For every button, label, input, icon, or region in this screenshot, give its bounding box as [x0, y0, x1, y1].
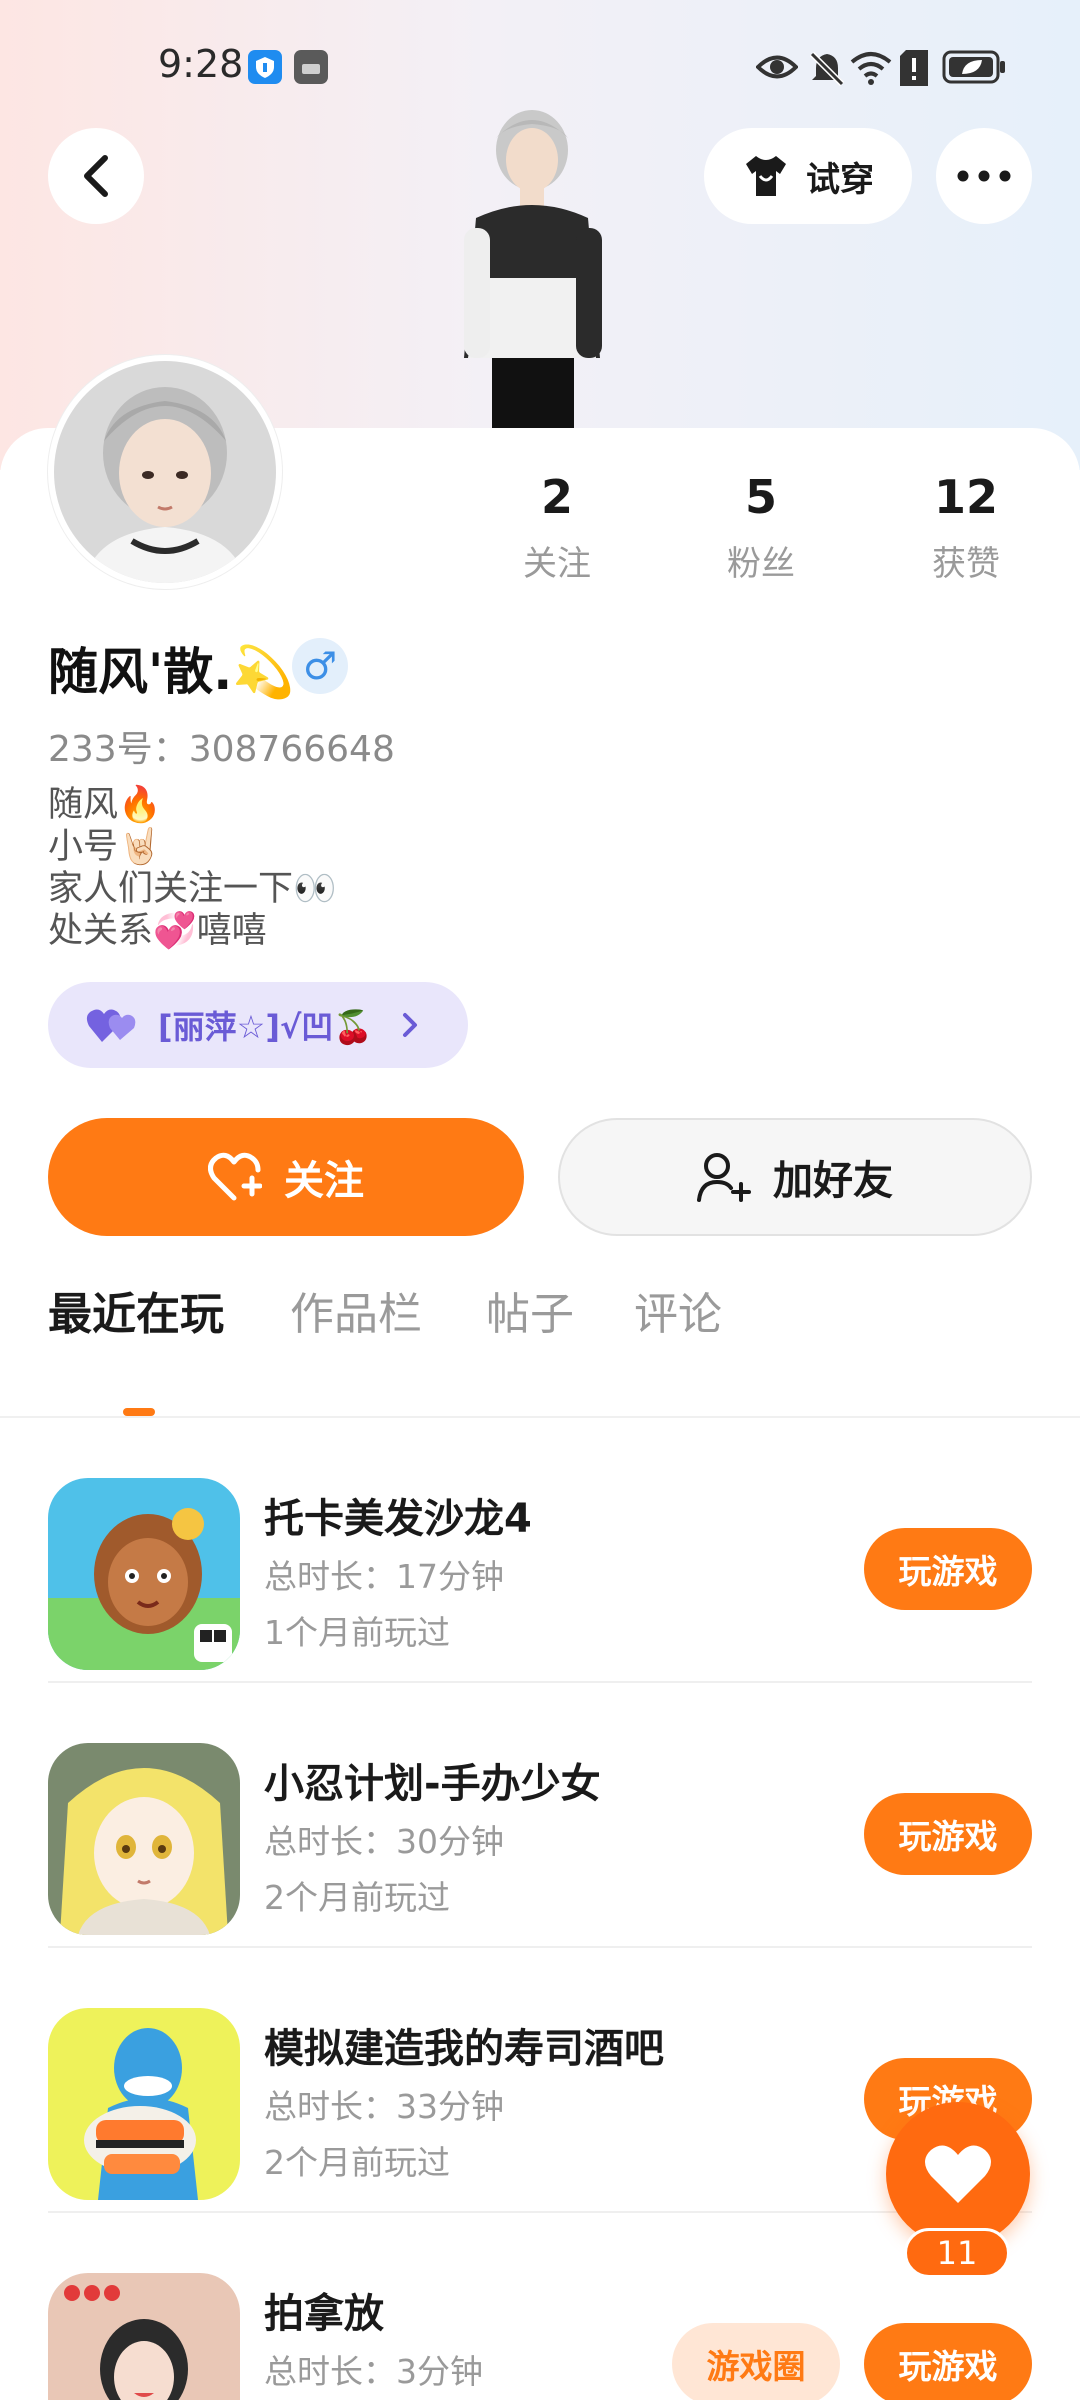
bio-line: 随风🔥 — [48, 785, 162, 825]
bio-line: 家人们关注一下👀 — [48, 869, 337, 909]
gender-male-badge: ♂ — [292, 638, 348, 694]
list-item[interactable]: 小忍计划-手办少女 总时长：30分钟 2个月前玩过 玩游戏 — [48, 1683, 1032, 1948]
game-name: 托卡美发沙龙4 — [264, 1496, 532, 1542]
tshirt-icon — [746, 156, 786, 196]
username: 随风'散.💫 — [48, 643, 295, 701]
mute-bell-icon — [808, 50, 846, 92]
try-on-button[interactable]: 试穿 — [704, 128, 912, 224]
play-game-button[interactable]: 玩游戏 — [864, 1528, 1032, 1610]
game-icon — [48, 2008, 240, 2200]
cp-relationship-tag[interactable]: [丽萍☆]√凹🍒 — [48, 982, 468, 1068]
stat-following-label: 关注 — [523, 544, 591, 584]
stat-fans-label: 粉丝 — [727, 544, 795, 584]
stat-following[interactable]: 2 关注 — [477, 470, 637, 585]
list-item[interactable]: 托卡美发沙龙4 总时长：17分钟 1个月前玩过 玩游戏 — [48, 1418, 1032, 1683]
huawei-app-icon — [294, 50, 328, 88]
stat-likes[interactable]: 12 获赞 — [886, 470, 1046, 585]
alert-sim-icon — [900, 50, 928, 90]
eye-icon — [755, 50, 799, 88]
stat-likes-label: 获赞 — [932, 544, 1000, 584]
active-tab-indicator — [123, 1408, 155, 1416]
add-user-icon — [697, 1153, 751, 1202]
chevron-right-icon — [403, 1013, 418, 1037]
status-time: 9:28 — [158, 42, 244, 86]
tab-comments[interactable]: 评论 — [634, 1278, 722, 1342]
chevron-left-icon — [84, 155, 108, 197]
bio: 随风🔥 小号🤘🏻 家人们关注一下👀 处关系💞嘻嘻 — [48, 784, 337, 952]
follow-button[interactable]: 关注 — [48, 1118, 524, 1236]
game-circle-button[interactable]: 游戏圈 — [672, 2323, 840, 2400]
cp-tag-label: [丽萍☆]√凹🍒 — [158, 1008, 374, 1046]
stat-fans[interactable]: 5 粉丝 — [681, 470, 841, 585]
tab-recently-played[interactable]: 最近在玩 — [48, 1278, 224, 1342]
try-on-label: 试穿 — [806, 159, 874, 200]
game-name: 小忍计划-手办少女 — [264, 1761, 601, 1807]
stat-likes-value: 12 — [933, 470, 998, 524]
game-icon — [48, 1743, 240, 1935]
game-last-played: 2个月前玩过 — [264, 2143, 450, 2182]
game-duration: 总时长：17分钟 — [264, 1557, 504, 1596]
game-duration: 总时长：33分钟 — [264, 2087, 504, 2126]
avatar[interactable] — [48, 355, 282, 589]
user-id[interactable]: 233号：308766648 — [48, 720, 395, 772]
game-icon — [48, 1478, 240, 1670]
play-game-button[interactable]: 玩游戏 — [864, 1793, 1032, 1875]
battery-icon — [942, 50, 1006, 88]
more-button[interactable] — [936, 128, 1032, 224]
more-dots-icon — [957, 170, 1011, 182]
list-item[interactable]: 拍拿放 总时长：3分钟 游戏圈 玩游戏 — [48, 2213, 1032, 2400]
tab-works[interactable]: 作品栏 — [290, 1278, 422, 1342]
shield-app-icon — [248, 50, 282, 88]
game-name: 模拟建造我的寿司酒吧 — [264, 2026, 664, 2072]
back-button[interactable] — [48, 128, 144, 224]
game-icon — [48, 2273, 240, 2400]
add-friend-button[interactable]: 加好友 — [558, 1118, 1032, 1236]
tab-posts[interactable]: 帖子 — [486, 1278, 574, 1342]
follow-label: 关注 — [284, 1158, 364, 1204]
add-friend-label: 加好友 — [773, 1158, 893, 1204]
heart-plus-icon — [208, 1152, 262, 1201]
double-heart-icon — [86, 1009, 136, 1042]
game-last-played: 1个月前玩过 — [264, 1613, 450, 1652]
like-button[interactable] — [886, 2102, 1030, 2246]
status-bar: 9:28 — [0, 0, 1080, 130]
game-last-played: 2个月前玩过 — [264, 1878, 450, 1917]
stat-fans-value: 5 — [744, 470, 777, 524]
like-count-badge: 11 — [904, 2228, 1010, 2278]
bio-line: 小号🤘🏻 — [48, 827, 162, 867]
list-item[interactable]: 模拟建造我的寿司酒吧 总时长：33分钟 2个月前玩过 玩游戏 — [48, 1948, 1032, 2213]
wifi-icon — [850, 50, 892, 90]
game-name: 拍拿放 — [264, 2291, 384, 2337]
game-duration: 总时长：30分钟 — [264, 1822, 504, 1861]
bio-line: 处关系💞嘻嘻 — [48, 911, 267, 951]
play-game-button[interactable]: 玩游戏 — [864, 2323, 1032, 2400]
heart-icon — [925, 2145, 991, 2203]
avatar-character-figure — [464, 110, 602, 430]
stat-following-value: 2 — [540, 470, 573, 524]
profile-tabs: 最近在玩 作品栏 帖子 评论 — [0, 1278, 1080, 1418]
game-duration: 总时长：3分钟 — [264, 2352, 483, 2391]
